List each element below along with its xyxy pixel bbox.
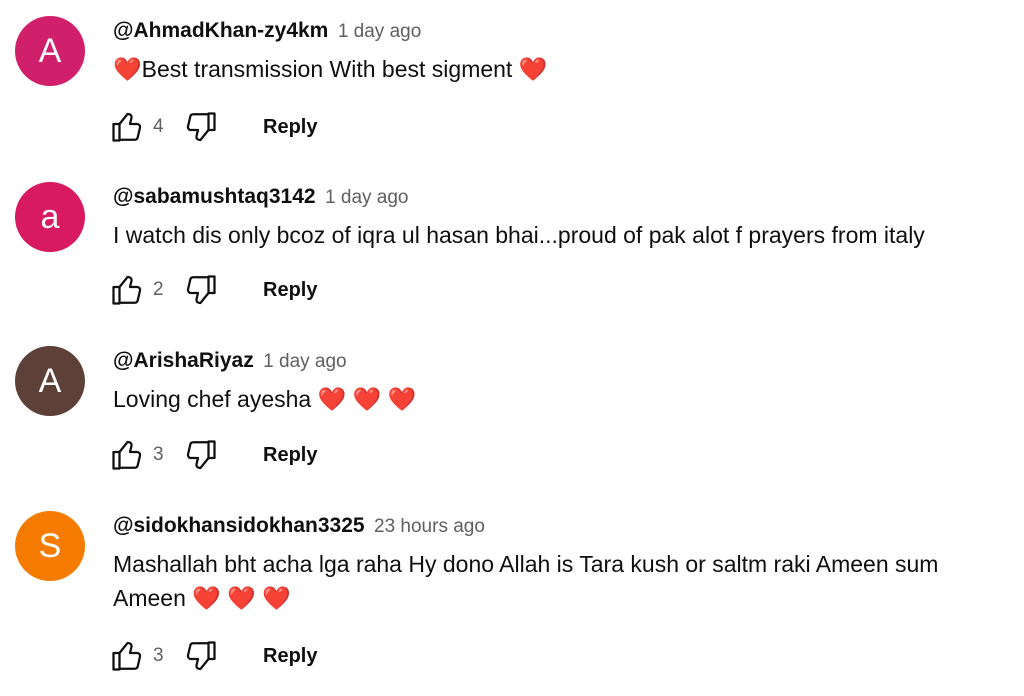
timestamp[interactable]: 23 hours ago [374, 516, 485, 537]
comment-body: @sidokhansidokhan3325 23 hours ago Masha… [113, 511, 1004, 615]
reply-button[interactable]: Reply [257, 112, 323, 143]
author-name[interactable]: @sabamushtaq3142 [113, 185, 316, 208]
timestamp[interactable]: 1 day ago [325, 187, 408, 208]
thumbs-up-icon [112, 275, 142, 305]
avatar[interactable]: a [15, 182, 85, 252]
author-name[interactable]: @ArishaRiyaz [113, 349, 254, 372]
thumbs-down-icon [186, 641, 216, 671]
thumbs-up-icon [112, 112, 142, 142]
comment-header: @AhmadKhan-zy4km 1 day ago [113, 16, 1004, 46]
reply-button[interactable]: Reply [257, 641, 323, 672]
action-bar: 4 Reply [107, 107, 323, 147]
like-button[interactable] [107, 107, 147, 147]
timestamp[interactable]: 1 day ago [263, 351, 346, 372]
like-count: 3 [153, 444, 164, 465]
action-bar: 3 Reply [107, 636, 323, 676]
comment-text: I watch dis only bcoz of iqra ul hasan b… [113, 222, 925, 248]
avatar[interactable]: A [15, 346, 85, 416]
action-bar: 2 Reply [107, 270, 323, 310]
thumbs-down-icon [186, 275, 216, 305]
dislike-button[interactable] [181, 435, 221, 475]
reply-button[interactable]: Reply [257, 275, 323, 306]
timestamp[interactable]: 1 day ago [338, 21, 421, 42]
dislike-button[interactable] [181, 107, 221, 147]
like-count: 3 [153, 645, 164, 666]
action-bar: 3 Reply [107, 435, 323, 475]
avatar[interactable]: S [15, 511, 85, 581]
like-button[interactable] [107, 270, 147, 310]
author-name[interactable]: @sidokhansidokhan3325 [113, 514, 365, 537]
like-count: 2 [153, 279, 164, 300]
thumbs-up-icon [112, 641, 142, 671]
comment-body: @ArishaRiyaz 1 day ago Loving chef ayesh… [113, 346, 1004, 416]
comment-text: ❤️Best transmission With best sigment ❤️ [113, 56, 548, 82]
comment-header: @ArishaRiyaz 1 day ago [113, 346, 1004, 376]
like-button[interactable] [107, 636, 147, 676]
thumbs-up-icon [112, 440, 142, 470]
reply-button[interactable]: Reply [257, 440, 323, 471]
comment-list: A @AhmadKhan-zy4km 1 day ago ❤️Best tran… [0, 0, 1024, 696]
thumbs-down-icon [186, 112, 216, 142]
avatar[interactable]: A [15, 16, 85, 86]
comment-text: Loving chef ayesha ❤️ ❤️ ❤️ [113, 386, 417, 412]
like-count: 4 [153, 116, 164, 137]
dislike-button[interactable] [181, 636, 221, 676]
dislike-button[interactable] [181, 270, 221, 310]
comment-body: @sabamushtaq3142 1 day ago I watch dis o… [113, 182, 1004, 252]
author-name[interactable]: @AhmadKhan-zy4km [113, 19, 328, 42]
comment-header: @sidokhansidokhan3325 23 hours ago [113, 511, 1004, 541]
comment-text: Mashallah bht acha lga raha Hy dono Alla… [113, 551, 939, 611]
comment-body: @AhmadKhan-zy4km 1 day ago ❤️Best transm… [113, 16, 1004, 86]
like-button[interactable] [107, 435, 147, 475]
comment-header: @sabamushtaq3142 1 day ago [113, 182, 1004, 212]
thumbs-down-icon [186, 440, 216, 470]
